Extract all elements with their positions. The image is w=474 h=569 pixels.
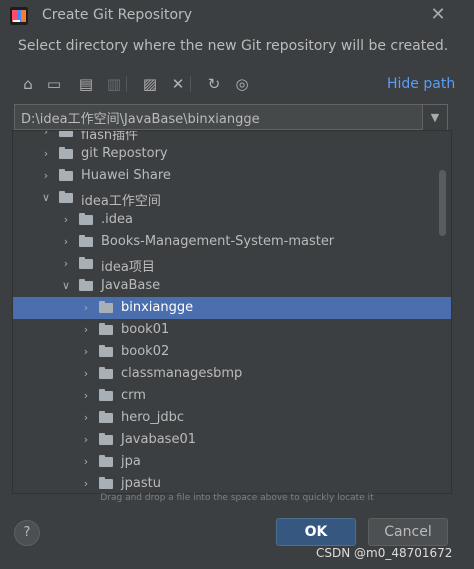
folder-icon xyxy=(59,147,73,159)
tree-item[interactable]: › Huawei Share xyxy=(13,165,451,187)
chevron-right-icon[interactable]: › xyxy=(79,429,93,451)
show-hidden-icon[interactable]: ◎ xyxy=(230,72,254,96)
chevron-right-icon[interactable]: › xyxy=(79,341,93,363)
intellij-logo-icon xyxy=(10,7,28,25)
chevron-right-icon[interactable]: › xyxy=(39,131,53,143)
chevron-right-icon[interactable]: › xyxy=(39,143,53,165)
tree-item-label: idea项目 xyxy=(101,260,155,275)
folder-icon xyxy=(99,455,113,467)
folder-icon xyxy=(59,191,73,203)
path-history-dropdown[interactable]: ▼ xyxy=(422,104,448,132)
chevron-right-icon[interactable]: › xyxy=(79,363,93,385)
tree-item-label: Javabase01 xyxy=(121,432,196,447)
toolbar-separator xyxy=(190,76,191,92)
tree-item-label: book01 xyxy=(121,322,170,337)
folder-icon xyxy=(99,433,113,445)
folder-icon xyxy=(79,257,93,269)
title-bar: Create Git Repository ✕ xyxy=(0,0,474,32)
tree-item-label: JavaBase xyxy=(101,278,161,293)
tree-item-label: classmanagesbmp xyxy=(121,366,243,381)
path-field[interactable]: D:\idea工作空间\JavaBase\binxiangge xyxy=(14,104,436,130)
chevron-down-icon[interactable]: ∨ xyxy=(59,275,73,297)
tree-item[interactable]: › Javabase01 xyxy=(13,429,451,451)
folder-icon xyxy=(99,389,113,401)
tree-item-label: jpa xyxy=(121,454,141,469)
chevron-right-icon[interactable]: › xyxy=(59,209,73,231)
tree-item-label: crm xyxy=(121,388,146,403)
toolbar-separator xyxy=(126,76,127,92)
ok-button[interactable]: OK xyxy=(276,518,356,546)
csdn-watermark: CSDN @m0_48701672 xyxy=(316,546,453,560)
tree-item[interactable]: › .idea xyxy=(13,209,451,231)
refresh-icon[interactable]: ↻ xyxy=(202,72,226,96)
tree-item[interactable]: › binxiangge xyxy=(13,297,451,319)
folder-icon xyxy=(79,213,93,225)
folder-icon xyxy=(99,477,113,489)
tree-item-label: git Repostory xyxy=(81,146,168,161)
chevron-right-icon[interactable]: › xyxy=(79,385,93,407)
cancel-button[interactable]: Cancel xyxy=(368,518,448,546)
chevron-right-icon[interactable]: › xyxy=(39,165,53,187)
tree-item[interactable]: › classmanagesbmp xyxy=(13,363,451,385)
new-folder-icon[interactable]: ▨ xyxy=(138,72,162,96)
tree-item[interactable]: › git Repostory xyxy=(13,143,451,165)
drag-drop-hint: Drag and drop a file into the space abov… xyxy=(100,493,374,503)
tree-item-label: idea工作空间 xyxy=(81,194,161,209)
folder-icon xyxy=(79,235,93,247)
tree-item-label: Books-Management-System-master xyxy=(101,234,335,249)
dialog-title: Create Git Repository xyxy=(42,7,193,23)
tree-item[interactable]: › idea项目 xyxy=(13,253,451,275)
tree-item[interactable]: › hero_jdbc xyxy=(13,407,451,429)
dialog-description: Select directory where the new Git repos… xyxy=(18,38,449,54)
folder-icon xyxy=(99,411,113,423)
module-folder-icon[interactable]: ▥ xyxy=(102,72,126,96)
tree-item-label: jpastu xyxy=(121,476,161,491)
directory-tree[interactable]: › flash插件 › git Repostory › Huawei Share ∨ idea… xyxy=(12,130,452,494)
chevron-down-icon[interactable]: ∨ xyxy=(39,187,53,209)
chevron-right-icon[interactable]: › xyxy=(79,297,93,319)
tree-item-label: Huawei Share xyxy=(81,168,171,183)
folder-icon xyxy=(99,323,113,335)
desktop-icon[interactable]: ▭ xyxy=(42,72,66,96)
folder-icon xyxy=(59,169,73,181)
tree-item-label: hero_jdbc xyxy=(121,410,185,425)
folder-icon xyxy=(79,279,93,291)
tree-item[interactable]: › jpa xyxy=(13,451,451,473)
home-icon[interactable]: ⌂ xyxy=(16,72,40,96)
chevron-right-icon[interactable]: › xyxy=(79,451,93,473)
tree-item-label: book02 xyxy=(121,344,170,359)
delete-icon[interactable]: ✕ xyxy=(166,72,190,96)
folder-icon xyxy=(99,367,113,379)
chevron-right-icon[interactable]: › xyxy=(79,407,93,429)
project-folder-icon[interactable]: ▤ xyxy=(74,72,98,96)
tree-item[interactable]: › Books-Management-System-master xyxy=(13,231,451,253)
tree-scrollbar[interactable] xyxy=(439,170,446,236)
chevron-right-icon[interactable]: › xyxy=(59,253,73,275)
tree-item-label: .idea xyxy=(101,212,133,227)
close-icon[interactable]: ✕ xyxy=(429,6,447,24)
tree-item[interactable]: › book02 xyxy=(13,341,451,363)
hide-path-link[interactable]: Hide path xyxy=(387,76,455,92)
chevron-right-icon[interactable]: › xyxy=(79,319,93,341)
tree-item[interactable]: ∨ idea工作空间 xyxy=(13,187,451,209)
folder-icon xyxy=(99,345,113,357)
chevron-down-icon: ▼ xyxy=(430,111,440,124)
folder-icon xyxy=(59,131,73,137)
chevron-right-icon[interactable]: › xyxy=(59,231,73,253)
tree-item[interactable]: ∨ JavaBase xyxy=(13,275,451,297)
tree-item[interactable]: › book01 xyxy=(13,319,451,341)
folder-icon xyxy=(99,301,113,313)
tree-item[interactable]: › crm xyxy=(13,385,451,407)
path-field-value: D:\idea工作空间\JavaBase\binxiangge xyxy=(21,112,260,127)
tree-item-label: binxiangge xyxy=(121,300,194,315)
help-button[interactable]: ? xyxy=(14,520,40,546)
tree-item-label: flash插件 xyxy=(81,130,139,143)
chevron-right-icon[interactable]: › xyxy=(79,473,93,493)
tree-item[interactable]: › jpastu xyxy=(13,473,451,493)
tree-item[interactable]: › flash插件 xyxy=(13,130,451,143)
